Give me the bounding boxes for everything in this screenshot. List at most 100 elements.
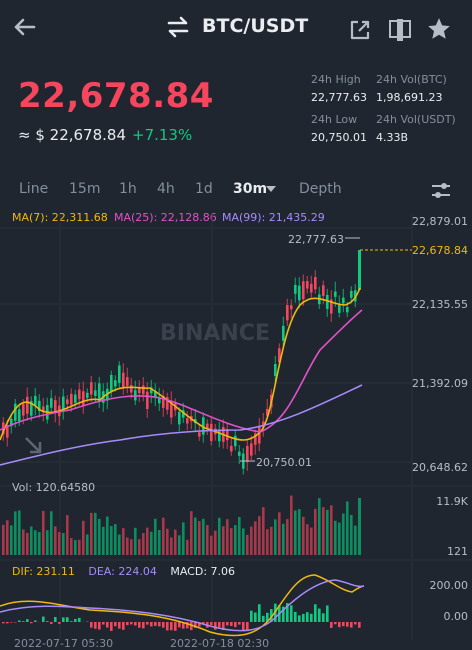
volume-label: Vol: 120.64580 [12,481,95,494]
volume-bar [222,526,225,555]
candle-body [238,452,241,456]
high-mark-label: 22,777.63 [288,233,344,246]
volume-bar [42,511,45,555]
volume-bar [218,518,221,555]
macd-bar [290,605,293,622]
macd-bar [218,622,221,627]
candle-body [290,305,293,309]
candle-body [322,285,325,296]
macd-bar [62,617,65,622]
volume-bar [102,527,105,555]
candle-body [34,396,37,406]
macd-bar [154,622,157,626]
volume-bar [306,524,309,555]
volume-bar [258,516,261,555]
volume-bar [90,513,93,555]
macd-bar [346,622,349,627]
macd-bar [246,622,249,630]
volume-bar [138,539,141,555]
volume-bar [30,526,33,555]
volume-bar [234,525,237,555]
macd-bar [90,622,93,628]
candle-body [286,305,289,320]
macd-bar [178,622,181,627]
expand-arrow-icon [26,438,40,452]
macd-bar [326,605,329,622]
candle-body [334,292,337,297]
volume-bar [86,534,89,555]
volume-bar [110,526,113,555]
candle-body [70,394,73,405]
candle-body [342,298,345,304]
candle-body [350,291,353,298]
price-tick-4: 20,648.62 [408,461,468,474]
volume-bar [206,525,209,555]
macd-bar [322,613,325,622]
volume-bar [66,515,69,555]
candle-body [78,390,81,400]
macd-bar [58,622,61,624]
volume-bar [74,540,77,555]
volume-bar [322,507,325,555]
candle-body [250,443,253,455]
candle-body [110,375,113,391]
volume-bar [34,530,37,555]
candle-body [130,385,133,393]
volume-bar [146,528,149,555]
volume-bar [82,521,85,555]
candle-body [90,382,93,394]
macd-bar [2,622,5,623]
volume-bar [22,529,25,555]
macd-bar [214,622,217,630]
macd-bar [162,622,165,628]
candle-body [310,284,313,293]
candles-group [2,250,361,475]
volume-bar [298,509,301,555]
macd-bar [330,622,333,628]
candle-body [18,409,21,421]
watermark: BINANCE [160,321,270,346]
volume-tick-top: 11.9K [436,495,468,508]
volume-bar [62,533,65,555]
macd-bar [6,622,9,623]
ma99-line [0,385,362,465]
macd-label: MACD: 7.06 [170,565,235,578]
macd-bar [98,622,101,630]
macd-bar [150,622,153,626]
macd-bar [318,609,321,622]
macd-bar [110,622,113,631]
price-tick-2: 22,135.55 [408,298,468,311]
volume-bar [174,530,177,555]
volume-bar [38,532,41,555]
volume-bar [338,523,341,555]
candle-body [50,398,53,408]
candle-body [274,364,277,376]
volume-bar [358,498,361,555]
candle-body [118,365,121,382]
macd-bar [10,622,13,623]
volume-bar [318,498,321,555]
macd-bar [342,622,345,626]
macd-bar [170,622,173,630]
volume-tick-bottom: 121 [447,545,468,558]
volume-bar [158,530,161,555]
volume-bar [262,507,265,555]
candle-body [326,295,329,309]
candle-body [138,389,141,393]
volume-bar [54,526,57,555]
volume-bar [150,532,153,555]
candle-body [298,286,301,301]
macd-bar [130,622,133,624]
volume-bar [350,515,353,555]
candle-body [294,285,297,294]
macd-bar [102,622,105,625]
volume-bar [186,540,189,555]
volume-bar [118,534,121,555]
candle-body [22,404,25,416]
volume-bar [294,510,297,555]
volume-bar [266,529,269,555]
volume-bar [214,531,217,555]
macd-bar [250,611,253,622]
volume-bar [162,518,165,555]
candlestick-chart[interactable]: BINANCE [0,0,472,645]
